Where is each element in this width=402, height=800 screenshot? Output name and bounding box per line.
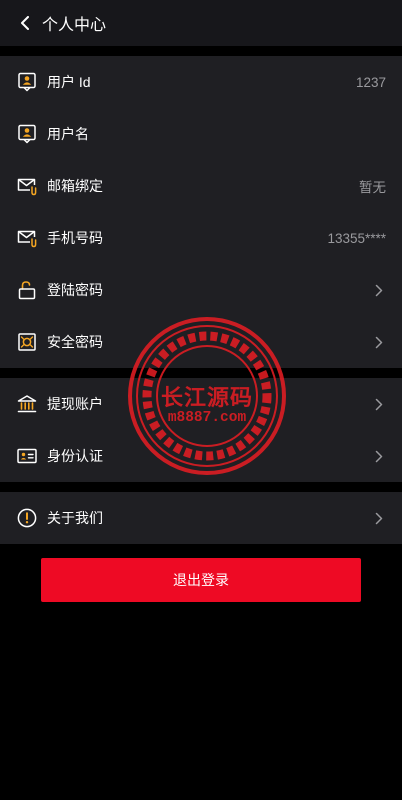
row-label: 提现账户 <box>47 396 103 412</box>
back-button[interactable] <box>16 13 36 33</box>
row-identity-verification[interactable]: 身份认证 <box>0 430 402 482</box>
row-username[interactable]: 用户名 <box>0 108 402 160</box>
row-label: 用户名 <box>47 126 89 142</box>
user-id-value: 1237 <box>355 74 386 90</box>
bank-icon <box>16 393 38 415</box>
row-user-id[interactable]: 用户 Id 1237 <box>0 56 402 108</box>
user-badge-icon <box>16 123 38 145</box>
divider <box>0 46 402 56</box>
row-security-password[interactable]: 安全密码 <box>0 316 402 368</box>
row-login-password[interactable]: 登陆密码 <box>0 264 402 316</box>
row-phone-number[interactable]: 手机号码 13355**** <box>0 212 402 264</box>
row-label: 安全密码 <box>47 334 103 350</box>
user-badge-icon <box>16 71 38 93</box>
divider <box>0 482 402 492</box>
chevron-right-icon <box>372 283 386 297</box>
row-label: 关于我们 <box>47 510 103 526</box>
unlock-icon <box>16 279 38 301</box>
row-label: 身份认证 <box>47 448 103 464</box>
row-label: 手机号码 <box>47 230 103 246</box>
logout-button[interactable]: 退出登录 <box>41 558 361 602</box>
safe-icon <box>16 331 38 353</box>
chevron-right-icon <box>372 449 386 463</box>
row-email-binding[interactable]: 邮箱绑定 暂无 <box>0 160 402 212</box>
about-group: 关于我们 <box>0 492 402 544</box>
email-value: 暂无 <box>359 180 386 195</box>
divider <box>0 368 402 378</box>
account-settings-group: 用户 Id 1237 用户名 邮箱绑定 暂无 手机号码 13355**** 登陆… <box>0 56 402 368</box>
chevron-left-icon <box>21 16 29 30</box>
mail-clip-icon <box>16 175 38 197</box>
finance-group: 提现账户 身份认证 <box>0 378 402 482</box>
mail-clip-icon <box>16 227 38 249</box>
row-label: 邮箱绑定 <box>47 178 103 194</box>
row-label: 用户 Id <box>47 74 91 90</box>
chevron-right-icon <box>372 397 386 411</box>
page-title: 个人中心 <box>42 17 107 34</box>
info-icon <box>16 507 38 529</box>
phone-value: 13355**** <box>327 230 386 246</box>
row-about-us[interactable]: 关于我们 <box>0 492 402 544</box>
chevron-right-icon <box>372 511 386 525</box>
row-label: 登陆密码 <box>47 282 103 298</box>
id-card-icon <box>16 445 38 467</box>
chevron-right-icon <box>372 335 386 349</box>
logout-section: 退出登录 <box>0 544 402 602</box>
row-withdrawal-account[interactable]: 提现账户 <box>0 378 402 430</box>
top-bar: 个人中心 <box>0 0 402 46</box>
